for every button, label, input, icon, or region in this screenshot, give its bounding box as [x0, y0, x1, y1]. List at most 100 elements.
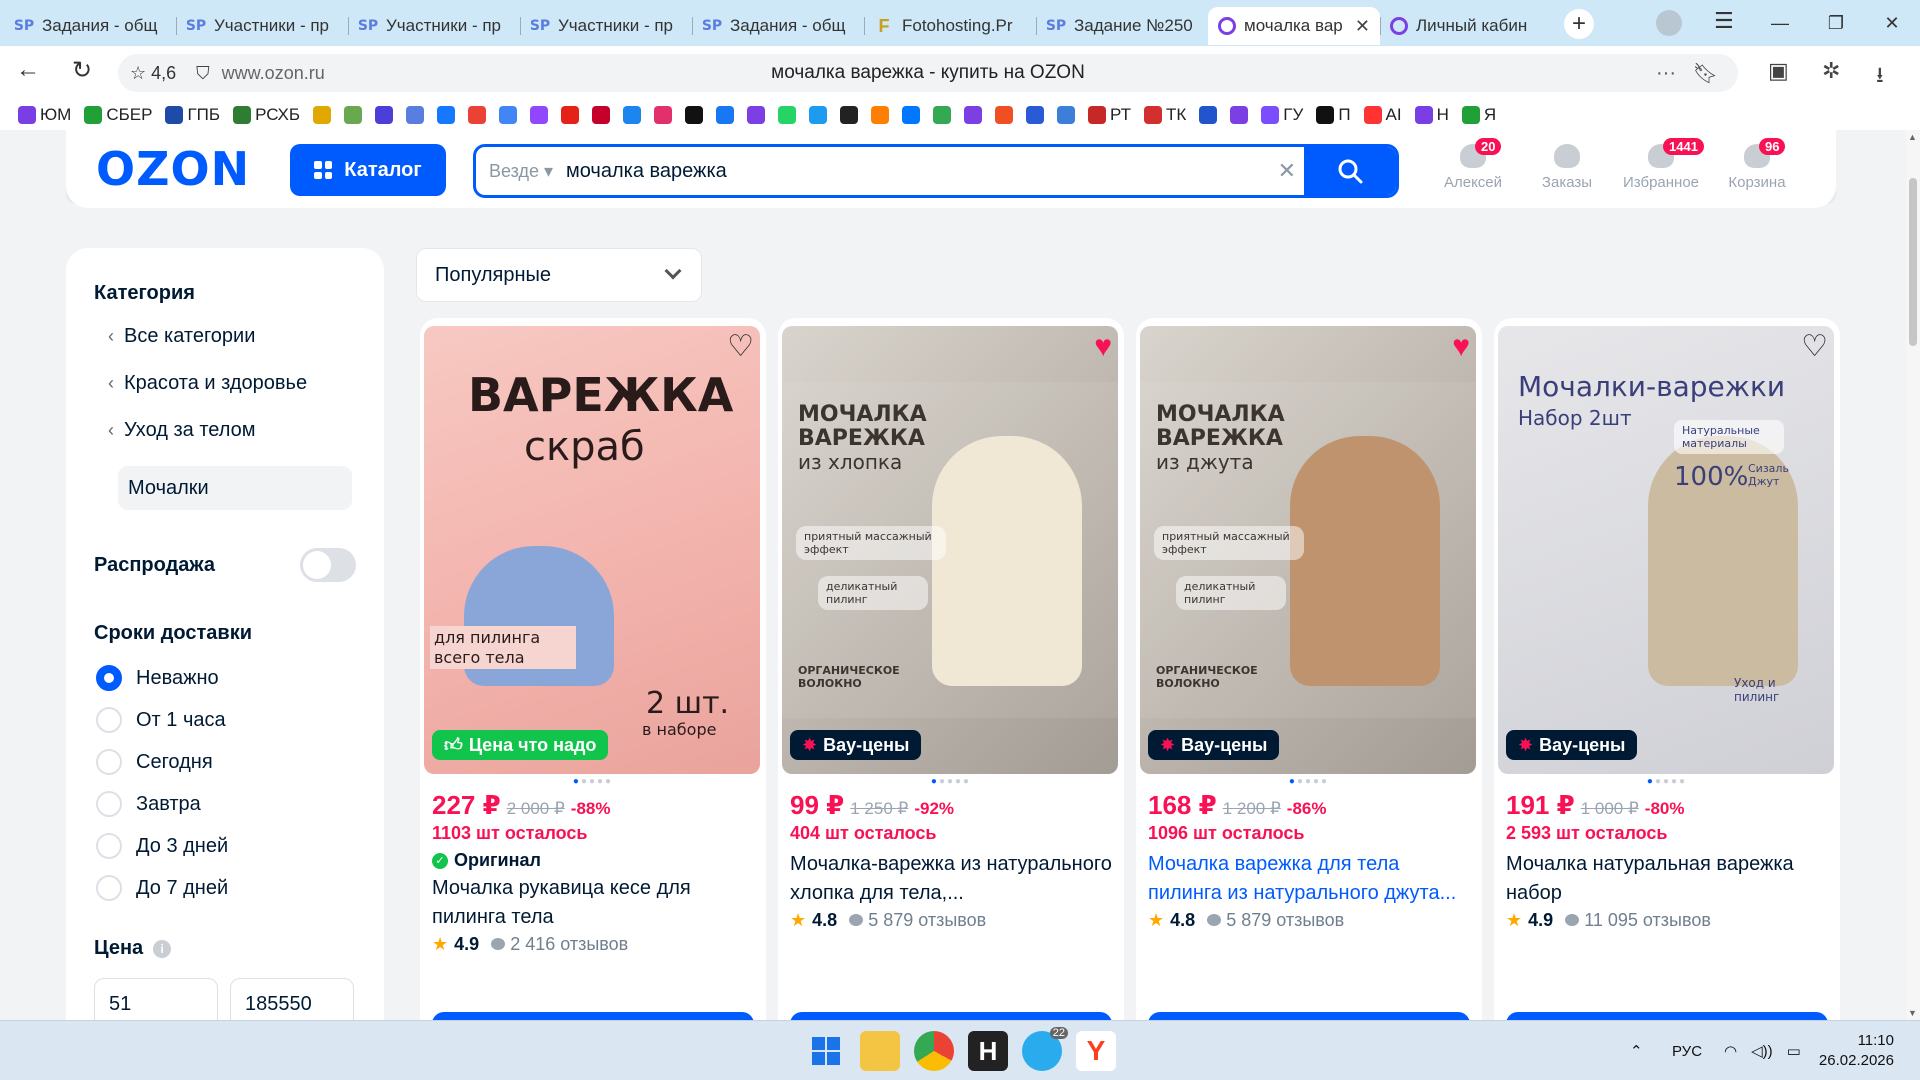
product-photo[interactable]: Мочалки-варежки Набор 2шт Натуральные мате… [1498, 326, 1834, 774]
bookmark-item[interactable]: AI [1363, 105, 1402, 125]
bookmark-item[interactable] [685, 106, 704, 124]
sale-toggle[interactable] [300, 548, 356, 582]
product-photo[interactable]: МОЧАЛКА ВАРЕЖКА из хлопка приятный массажны… [782, 326, 1118, 774]
price-max-input[interactable] [230, 978, 354, 1020]
bookmark-item[interactable] [1230, 106, 1249, 124]
back-arrow-icon[interactable]: ← [16, 56, 40, 84]
product-rating[interactable]: ★ 4.9 2 416 отзывов [432, 934, 628, 955]
favorite-heart-icon[interactable]: ♥ [1452, 332, 1470, 362]
header-favorites[interactable]: 1441 Избранное [1616, 138, 1706, 191]
site-rating[interactable]: ☆ 4,6 [130, 63, 176, 84]
sort-dropdown[interactable]: Популярные [416, 248, 702, 302]
browser-tab[interactable]: SP Задания - общ [692, 7, 864, 45]
bookmark-item[interactable]: Н [1414, 105, 1449, 125]
browser-tab[interactable]: SP Участники - пр [520, 7, 692, 45]
bookmark-item[interactable] [747, 106, 766, 124]
product-name[interactable]: Мочалка-варежка из натурального хлопка д… [790, 850, 1112, 908]
category-active-washcloths[interactable]: Мочалки [118, 466, 352, 510]
bookmark-item[interactable] [1199, 106, 1218, 124]
search-scope-select[interactable]: Везде ▾ [476, 161, 566, 182]
delivery-option[interactable]: Неважно [96, 665, 356, 691]
app-h-icon[interactable]: H [968, 1031, 1008, 1071]
battery-icon[interactable]: ▭ [1787, 1042, 1801, 1060]
product-card[interactable]: ВАРЕЖКА скраб для пилинга всего тела 2 шт. в … [420, 318, 766, 1020]
browser-tab[interactable]: SP Участники - пр [176, 7, 348, 45]
more-dots-icon[interactable]: ··· [1656, 62, 1676, 85]
bookmark-item[interactable]: ГПБ [165, 105, 220, 125]
radio-button[interactable] [96, 833, 122, 859]
bookmark-item[interactable]: РСХБ [233, 105, 300, 125]
bookmark-item[interactable] [933, 106, 952, 124]
favorite-heart-icon[interactable]: ♥ [1094, 332, 1112, 362]
browser-profile-icon[interactable] [1656, 10, 1682, 36]
bookmark-item[interactable] [1057, 106, 1076, 124]
image-icon[interactable]: ▣ [1768, 58, 1789, 84]
system-clock[interactable]: 11:10 26.02.2026 [1819, 1031, 1894, 1071]
catalog-button[interactable]: Каталог [290, 144, 446, 196]
download-icon[interactable]: ⭳ [1876, 58, 1884, 96]
wifi-icon[interactable]: ◠ [1724, 1042, 1737, 1060]
scroll-down-icon[interactable]: ▼ [1908, 1008, 1917, 1018]
bookmark-item[interactable]: ГУ [1261, 105, 1303, 125]
bookmark-icon[interactable]: 🔖︎ [1693, 61, 1718, 86]
ozon-logo[interactable]: OZON [96, 142, 250, 196]
yandex-browser-icon[interactable]: Y [1076, 1031, 1116, 1071]
scrollbar-thumb[interactable] [1909, 178, 1917, 346]
product-name[interactable]: Мочалка натуральная варежка набор [1506, 850, 1828, 908]
bookmark-item[interactable] [468, 106, 487, 124]
bookmark-item[interactable] [716, 106, 735, 124]
bookmark-item[interactable] [375, 106, 394, 124]
bookmark-item[interactable] [995, 106, 1014, 124]
bookmark-item[interactable] [406, 106, 425, 124]
bookmark-item[interactable]: РТ [1088, 105, 1131, 125]
bookmark-item[interactable] [437, 106, 456, 124]
reload-icon[interactable]: ↻ [72, 56, 92, 85]
extensions-icon[interactable]: ✲ [1822, 58, 1840, 84]
bookmark-item[interactable] [530, 106, 549, 124]
product-photo[interactable]: ВАРЕЖКА скраб для пилинга всего тела 2 шт. в … [424, 326, 760, 774]
close-window-icon[interactable]: ✕ [1864, 13, 1920, 34]
header-orders[interactable]: Заказы [1522, 144, 1612, 191]
bookmark-item[interactable] [499, 106, 518, 124]
bookmark-item[interactable] [561, 106, 580, 124]
search-button[interactable] [1304, 147, 1396, 195]
photo-pager[interactable]: ●●●●● [420, 776, 766, 787]
bookmark-item[interactable] [654, 106, 673, 124]
clear-search-icon[interactable]: ✕ [1278, 158, 1296, 184]
category-link-beauty[interactable]: ‹ Красота и здоровье [108, 372, 356, 395]
radio-button[interactable] [96, 749, 122, 775]
input-language[interactable]: РУС [1672, 1021, 1702, 1080]
bookmark-item[interactable] [778, 106, 797, 124]
telegram-icon[interactable]: 22 [1022, 1027, 1068, 1071]
browser-tab[interactable]: SP Участники - пр [348, 7, 520, 45]
header-cart[interactable]: 96 Корзина [1712, 138, 1802, 191]
product-rating[interactable]: ★ 4.8 5 879 отзывов [1148, 910, 1344, 931]
browser-tab[interactable]: SP Задания - общ [4, 7, 176, 45]
product-card[interactable]: Мочалки-варежки Набор 2шт Натуральные мате… [1494, 318, 1840, 1020]
radio-button[interactable] [96, 791, 122, 817]
delivery-option[interactable]: От 1 часа [96, 707, 356, 733]
add-to-cart-button[interactable]: Завтра [1148, 1012, 1470, 1020]
bookmark-item[interactable]: ЮМ [18, 105, 71, 125]
product-rating[interactable]: ★ 4.8 5 879 отзывов [790, 910, 986, 931]
file-explorer-icon[interactable] [860, 1031, 900, 1071]
bookmark-item[interactable] [1026, 106, 1045, 124]
browser-tab[interactable]: Личный кабин [1380, 7, 1552, 45]
minimize-icon[interactable]: — [1752, 13, 1808, 34]
new-tab-button[interactable]: + [1564, 9, 1594, 39]
radio-button[interactable] [96, 707, 122, 733]
product-name[interactable]: Мочалка рукавица кесе для пилинга тела [432, 874, 754, 932]
bookmark-item[interactable] [902, 106, 921, 124]
windows-start-icon[interactable] [806, 1031, 846, 1071]
maximize-icon[interactable]: ❐ [1808, 13, 1864, 34]
delivery-option[interactable]: До 3 дней [96, 833, 356, 859]
search-input[interactable] [566, 159, 1246, 183]
bookmark-item[interactable]: П [1316, 105, 1351, 125]
delivery-option[interactable]: До 7 дней [96, 875, 356, 901]
add-to-cart-button[interactable]: Завтра [1506, 1012, 1828, 1020]
add-to-cart-button[interactable]: 1 марта [790, 1012, 1112, 1020]
radio-button[interactable] [96, 665, 122, 691]
bookmark-item[interactable]: ТК [1144, 105, 1186, 125]
scroll-up-icon[interactable]: ▲ [1908, 132, 1917, 142]
bookmark-item[interactable] [344, 106, 363, 124]
